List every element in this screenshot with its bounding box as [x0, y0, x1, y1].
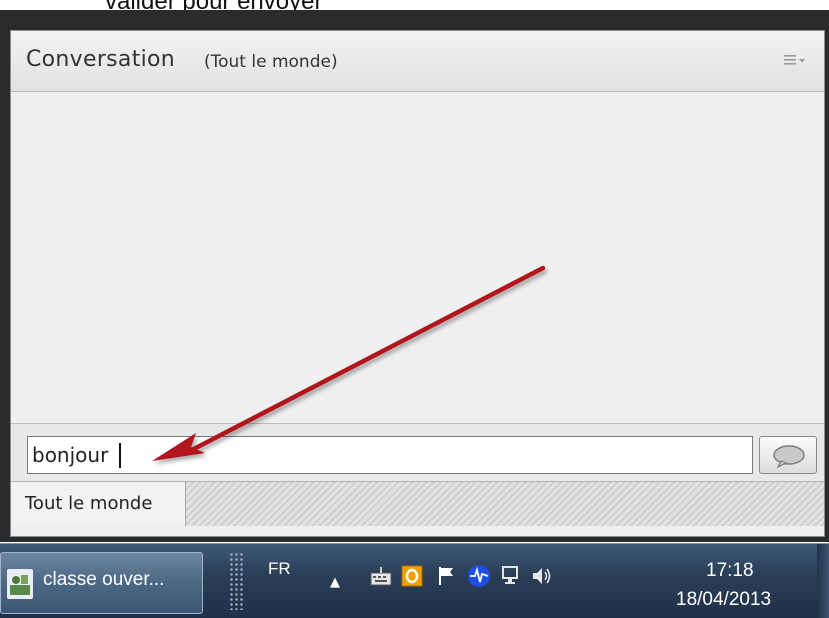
network-icon[interactable]: [499, 564, 523, 588]
message-area[interactable]: [11, 92, 824, 422]
send-message-button[interactable]: [759, 436, 817, 474]
taskbar-app-label: classe ouver...: [43, 569, 165, 590]
show-desktop-button[interactable]: [817, 544, 829, 618]
panel-audience-subtitle: (Tout le monde): [204, 52, 338, 72]
taskbar-app-button[interactable]: classe ouver...: [0, 552, 203, 614]
tab-everyone[interactable]: Tout le monde: [11, 482, 186, 526]
chat-panel: Conversation (Tout le monde) Tout le mon…: [10, 30, 825, 537]
app-icon: [7, 569, 33, 599]
language-indicator[interactable]: FR: [268, 559, 291, 579]
chat-message-input[interactable]: [27, 436, 753, 474]
clock-date[interactable]: 18/04/2013: [676, 589, 771, 611]
speech-bubble-icon: [773, 445, 805, 469]
panel-header: Conversation (Tout le monde): [11, 31, 824, 92]
taskbar-grip[interactable]: [229, 552, 245, 610]
windows-taskbar: classe ouver... FR ▲ 17:18 18/04/2013: [0, 543, 829, 618]
show-hidden-icons[interactable]: ▲: [330, 575, 340, 590]
action-center-flag-icon[interactable]: [434, 564, 458, 588]
network-activity-icon[interactable]: [467, 564, 491, 588]
text-caret: [119, 443, 121, 468]
keyboard-icon[interactable]: [369, 564, 393, 588]
panel-title: Conversation: [26, 47, 176, 72]
options-menu-icon[interactable]: [784, 55, 806, 67]
volume-icon[interactable]: [530, 564, 554, 588]
audience-bar: Tout le monde: [11, 481, 824, 526]
clock-time[interactable]: 17:18: [706, 560, 754, 582]
office-icon[interactable]: [400, 564, 424, 588]
input-bar: [11, 423, 824, 481]
